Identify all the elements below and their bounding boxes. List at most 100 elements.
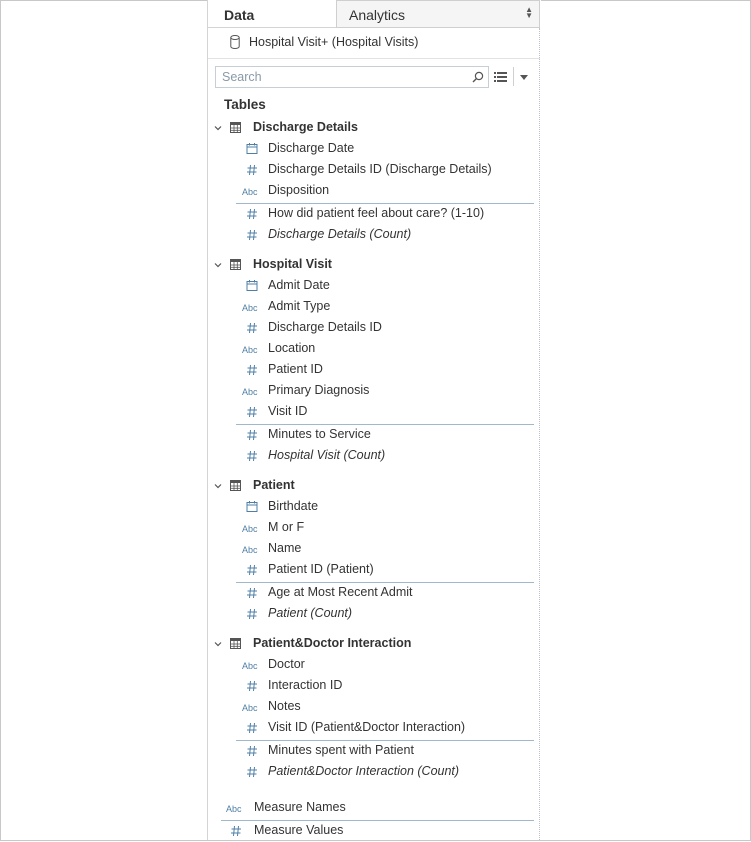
field-label: Patient&Doctor Interaction (Count) (268, 764, 460, 778)
collapse-chevron-icon[interactable] (213, 123, 223, 133)
field-label: Minutes to Service (268, 427, 371, 441)
table-name: Patient (253, 478, 295, 492)
number-icon (242, 405, 262, 419)
field-item[interactable]: Minutes spent with Patient (208, 741, 540, 762)
field-item[interactable]: Abc Measure Names (208, 798, 540, 819)
field-item[interactable]: Interaction ID (208, 676, 540, 697)
field-item[interactable]: Abc Doctor (208, 655, 540, 676)
field-item[interactable]: Discharge Details ID (Discharge Details) (208, 160, 540, 181)
field-item[interactable]: Discharge Details (Count) (208, 225, 540, 246)
table-icon (230, 638, 241, 649)
table-header[interactable]: Patient (208, 476, 540, 497)
pane-border (539, 28, 540, 840)
field-label: Visit ID (268, 404, 308, 418)
field-label: Interaction ID (268, 678, 343, 692)
number-icon (242, 607, 262, 621)
collapse-chevron-icon[interactable] (213, 639, 223, 649)
collapse-chevron-icon[interactable] (213, 260, 223, 270)
abc-icon: Abc (242, 703, 258, 713)
abc-icon: Abc (242, 387, 258, 397)
table-icon (230, 480, 241, 491)
tab-analytics-label: Analytics (349, 7, 406, 23)
field-item[interactable]: How did patient feel about care? (1-10) (208, 204, 540, 225)
table-name: Patient&Doctor Interaction (253, 636, 412, 650)
field-item[interactable]: Discharge Date (208, 139, 540, 160)
dropdown-arrow-icon[interactable] (518, 70, 530, 84)
field-item[interactable]: Visit ID (Patient&Doctor Interaction) (208, 718, 540, 739)
field-label: Discharge Details ID (Discharge Details) (268, 162, 492, 176)
number-icon (242, 679, 262, 693)
field-label: Admit Type (268, 299, 331, 313)
number-icon (242, 586, 262, 600)
number-icon (242, 428, 262, 442)
number-icon (242, 363, 262, 377)
field-item[interactable]: Patient ID (Patient) (208, 560, 540, 581)
field-label: Visit ID (Patient&Doctor Interaction) (268, 720, 466, 734)
field-item[interactable]: Abc Disposition (208, 181, 540, 202)
table-icon (230, 122, 241, 133)
abc-icon: Abc (242, 524, 258, 534)
number-icon (242, 744, 262, 758)
field-label: Measure Values (254, 823, 344, 837)
search-icon[interactable] (471, 70, 485, 84)
field-label: Patient ID (268, 362, 323, 376)
field-item[interactable]: Discharge Details ID (208, 318, 540, 339)
field-label: Location (268, 341, 316, 355)
number-icon (242, 321, 262, 335)
abc-icon: Abc (242, 545, 258, 555)
abc-icon: Abc (242, 187, 258, 197)
field-label: Primary Diagnosis (268, 383, 370, 397)
tab-analytics[interactable]: Analytics ▲ ▼ (336, 0, 540, 28)
number-icon (242, 765, 262, 779)
field-item[interactable]: Patient (Count) (208, 604, 540, 625)
search-box[interactable] (215, 66, 489, 88)
field-item[interactable]: Hospital Visit (Count) (208, 446, 540, 467)
field-item[interactable]: Measure Values (208, 821, 540, 842)
collapse-chevron-icon[interactable] (213, 481, 223, 491)
field-item[interactable]: Admit Date (208, 276, 540, 297)
field-item[interactable]: Abc Location (208, 339, 540, 360)
field-item[interactable]: Minutes to Service (208, 425, 540, 446)
calendar-icon (242, 500, 262, 514)
table-header[interactable]: Patient&Doctor Interaction (208, 634, 540, 655)
field-item[interactable]: Visit ID (208, 402, 540, 423)
calendar-icon (242, 279, 262, 293)
abc-icon: Abc (226, 804, 242, 814)
table-header[interactable]: Hospital Visit (208, 255, 540, 276)
abc-icon: Abc (242, 661, 258, 671)
divider (208, 58, 540, 59)
field-label: Disposition (268, 183, 330, 197)
field-label: Patient (Count) (268, 606, 353, 620)
tab-data[interactable]: Data (208, 0, 337, 28)
abc-icon: Abc (242, 345, 258, 355)
search-input[interactable] (222, 70, 462, 84)
field-label: Notes (268, 699, 301, 713)
field-item[interactable]: Birthdate (208, 497, 540, 518)
tables-heading: Tables (224, 97, 266, 112)
field-item[interactable]: Patient ID (208, 360, 540, 381)
data-pane: Data Analytics ▲ ▼ Hospital Visit+ (Hospi… (207, 0, 541, 840)
field-item[interactable]: Abc Admit Type (208, 297, 540, 318)
field-item[interactable]: Abc Primary Diagnosis (208, 381, 540, 402)
field-label: Name (268, 541, 302, 555)
field-item[interactable]: Abc M or F (208, 518, 540, 539)
field-label: Age at Most Recent Admit (268, 585, 413, 599)
field-item[interactable]: Age at Most Recent Admit (208, 583, 540, 604)
field-label: Discharge Date (268, 141, 355, 155)
sort-arrows-icon: ▲ ▼ (525, 5, 533, 20)
field-item[interactable]: Abc Name (208, 539, 540, 560)
number-icon (242, 721, 262, 735)
datasource-item[interactable]: Hospital Visit+ (Hospital Visits) (208, 31, 540, 55)
field-label: Hospital Visit (Count) (268, 448, 386, 462)
table-name: Hospital Visit (253, 257, 332, 271)
field-label: Measure Names (254, 800, 346, 814)
toolbar-divider (513, 67, 514, 86)
field-item[interactable]: Patient&Doctor Interaction (Count) (208, 762, 540, 783)
number-icon (242, 563, 262, 577)
calendar-icon (242, 142, 262, 156)
field-item[interactable]: Abc Notes (208, 697, 540, 718)
field-label: Patient ID (Patient) (268, 562, 374, 576)
list-view-icon[interactable] (492, 67, 510, 87)
field-label: Minutes spent with Patient (268, 743, 414, 757)
table-header[interactable]: Discharge Details (208, 118, 540, 139)
